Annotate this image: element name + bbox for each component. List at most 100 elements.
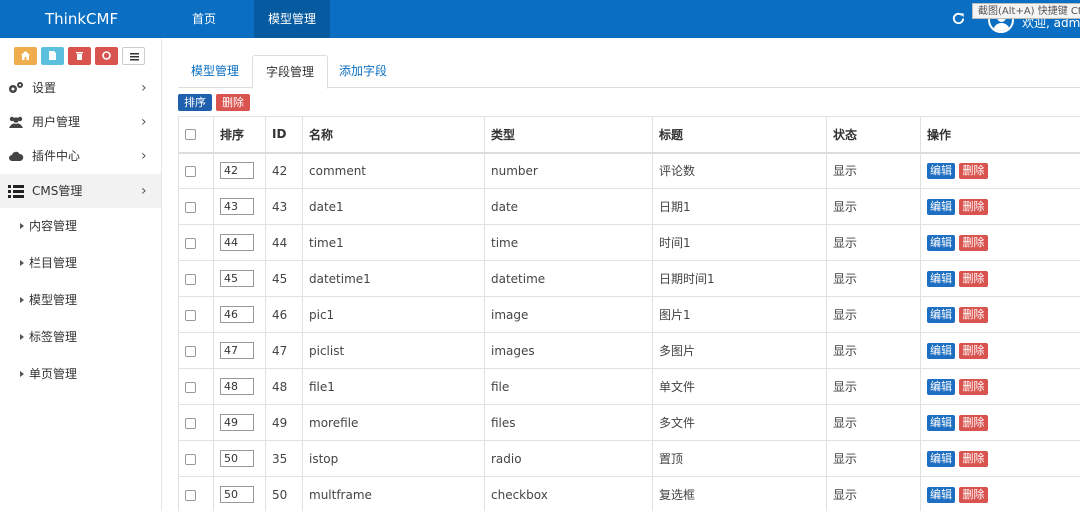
tab-field-management[interactable]: 字段管理 — [252, 55, 329, 89]
row-delete-button[interactable]: 删除 — [959, 270, 988, 287]
id-cell: 43 — [265, 188, 303, 225]
row-checkbox[interactable] — [185, 417, 196, 429]
order-input[interactable]: 45 — [220, 270, 254, 287]
order-input[interactable]: 47 — [220, 342, 254, 359]
trash-shortcut-button[interactable] — [68, 47, 91, 65]
sidebar-item-plugins[interactable]: 插件中心 › — [0, 139, 161, 173]
row-delete-button[interactable]: 删除 — [959, 306, 988, 323]
row-checkbox[interactable] — [185, 309, 196, 321]
recycle-shortcut-button[interactable] — [95, 47, 118, 65]
title-cell: 日期1 — [652, 188, 827, 225]
caret-right-icon — [20, 371, 24, 377]
home-shortcut-button[interactable] — [14, 47, 37, 65]
column-header-order[interactable]: 排序 — [213, 116, 266, 154]
order-input[interactable]: 46 — [220, 306, 254, 323]
title-cell: 图片1 — [652, 296, 827, 333]
type-cell: files — [484, 404, 653, 441]
order-input[interactable]: 50 — [220, 486, 254, 503]
id-cell: 50 — [265, 476, 303, 511]
table-row: 49 49 morefile files 多文件 显示 编辑 删除 — [178, 404, 1080, 441]
row-select-cell — [178, 404, 214, 441]
row-delete-button[interactable]: 删除 — [959, 234, 988, 251]
refresh-icon[interactable] — [951, 11, 966, 26]
title-cell: 多图片 — [652, 332, 827, 369]
chevron-right-icon: › — [141, 148, 147, 164]
column-header-type[interactable]: 类型 — [484, 116, 653, 154]
row-select-cell — [178, 152, 214, 189]
edit-button[interactable]: 编辑 — [927, 234, 955, 251]
row-checkbox[interactable] — [185, 489, 196, 501]
row-select-cell — [178, 260, 214, 297]
tab-model-management[interactable]: 模型管理 — [178, 55, 252, 88]
brand-logo[interactable]: ThinkCMF — [45, 10, 118, 28]
order-input[interactable]: 42 — [220, 162, 254, 180]
row-delete-button[interactable]: 删除 — [959, 414, 988, 431]
order-input[interactable]: 50 — [220, 450, 254, 467]
edit-button[interactable]: 编辑 — [927, 270, 955, 287]
row-select-cell — [178, 368, 214, 405]
nav-home[interactable]: 首页 — [178, 0, 230, 38]
table-row: 50 50 multframe checkbox 复选框 显示 编辑 删除 — [178, 476, 1080, 511]
nav-model-management[interactable]: 模型管理 — [254, 0, 330, 38]
sidebar-item-settings[interactable]: 设置 › — [0, 71, 161, 105]
tab-add-field[interactable]: 添加字段 — [326, 55, 400, 88]
name-cell: comment — [302, 152, 485, 189]
sidebar: 设置 › 用户管理 › 插件中心 › CMS管理 › 内容管理 栏目管理 模型管… — [0, 38, 162, 511]
edit-button[interactable]: 编辑 — [927, 486, 955, 503]
name-cell: date1 — [302, 188, 485, 225]
row-delete-button[interactable]: 删除 — [959, 342, 988, 359]
sidebar-subitem-pages[interactable]: 单页管理 — [0, 356, 161, 393]
name-cell: istop — [302, 440, 485, 477]
select-all-checkbox[interactable] — [185, 129, 196, 141]
order-input[interactable]: 44 — [220, 234, 254, 251]
row-delete-button[interactable]: 删除 — [959, 450, 988, 467]
sidebar-subitem-label: 标签管理 — [29, 330, 78, 344]
file-shortcut-button[interactable] — [41, 47, 64, 65]
sidebar-subitem-category[interactable]: 栏目管理 — [0, 245, 161, 282]
row-delete-button[interactable]: 删除 — [959, 198, 988, 215]
caret-right-icon — [20, 223, 24, 229]
column-header-id[interactable]: ID — [265, 116, 303, 154]
row-delete-button[interactable]: 删除 — [959, 162, 988, 179]
edit-button[interactable]: 编辑 — [927, 378, 955, 395]
sidebar-subitem-label: 单页管理 — [29, 367, 78, 381]
column-header-title[interactable]: 标题 — [652, 116, 827, 154]
sidebar-subitem-label: 栏目管理 — [29, 256, 78, 270]
row-checkbox[interactable] — [185, 345, 196, 357]
actions-cell: 编辑 删除 — [920, 404, 1080, 441]
order-input[interactable]: 49 — [220, 414, 254, 431]
type-cell: datetime — [484, 260, 653, 297]
sidebar-subitem-tags[interactable]: 标签管理 — [0, 319, 161, 356]
list-shortcut-button[interactable] — [122, 47, 145, 65]
edit-button[interactable]: 编辑 — [927, 162, 955, 179]
row-delete-button[interactable]: 删除 — [959, 486, 988, 503]
order-input[interactable]: 48 — [220, 378, 254, 395]
row-checkbox[interactable] — [185, 453, 196, 465]
row-select-cell — [178, 476, 214, 511]
row-delete-button[interactable]: 删除 — [959, 378, 988, 395]
sidebar-item-label: 插件中心 — [32, 149, 81, 163]
edit-button[interactable]: 编辑 — [927, 198, 955, 215]
sort-button[interactable]: 排序 — [178, 94, 212, 111]
row-checkbox[interactable] — [185, 165, 196, 177]
edit-button[interactable]: 编辑 — [927, 342, 955, 359]
edit-button[interactable]: 编辑 — [927, 450, 955, 467]
sidebar-subitem-content[interactable]: 内容管理 — [0, 208, 161, 245]
column-header-status[interactable]: 状态 — [826, 116, 921, 154]
list-icon — [130, 53, 139, 61]
row-checkbox[interactable] — [185, 273, 196, 285]
column-header-name[interactable]: 名称 — [302, 116, 485, 154]
edit-button[interactable]: 编辑 — [927, 414, 955, 431]
actions-cell: 编辑 删除 — [920, 332, 1080, 369]
order-input[interactable]: 43 — [220, 198, 254, 215]
row-checkbox[interactable] — [185, 201, 196, 213]
edit-button[interactable]: 编辑 — [927, 306, 955, 323]
delete-button[interactable]: 删除 — [216, 94, 250, 111]
row-checkbox[interactable] — [185, 237, 196, 249]
sidebar-item-users[interactable]: 用户管理 › — [0, 105, 161, 139]
sidebar-item-cms[interactable]: CMS管理 › — [0, 174, 161, 208]
row-checkbox[interactable] — [185, 381, 196, 393]
sidebar-subitem-model[interactable]: 模型管理 — [0, 282, 161, 319]
status-cell: 显示 — [826, 188, 921, 225]
caret-right-icon — [20, 260, 24, 266]
